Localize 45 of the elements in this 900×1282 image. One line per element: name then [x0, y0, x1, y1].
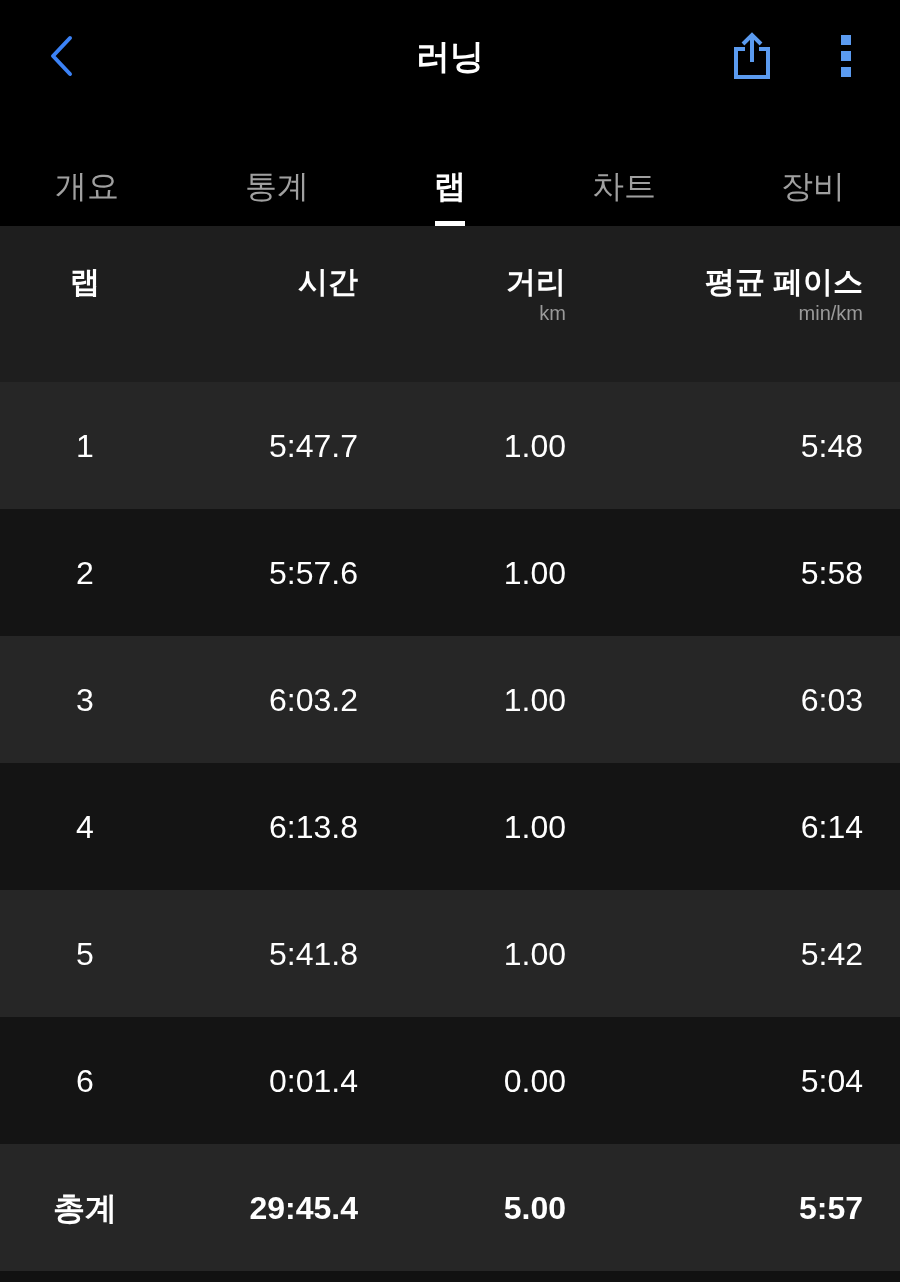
tab[interactable]: 장비: [781, 112, 845, 226]
table-cell-text: 5:58: [799, 553, 863, 593]
tab[interactable]: 차트: [591, 112, 656, 226]
table-cell-text: 4: [75, 807, 95, 847]
table-cell-text: 1.00: [502, 553, 566, 593]
table-cell-text: 6:03.2: [268, 680, 358, 720]
table-cell-text: 6:14: [799, 807, 863, 847]
share-icon: [732, 32, 772, 80]
table-cell-text: 5: [75, 934, 95, 974]
column-unit: km: [539, 301, 566, 326]
table-cell-text: 1: [75, 426, 95, 466]
column-header: 거리: [506, 264, 566, 300]
table-cell-text: 5:04: [799, 1061, 863, 1101]
table-cell-text: 3: [75, 680, 95, 720]
table-cell-text: 5:48: [799, 426, 863, 466]
table-cell-text: 6:03: [799, 680, 863, 720]
table-cell-text: 5.00: [502, 1188, 566, 1228]
tab[interactable]: 통계: [244, 112, 309, 226]
table-cell-text: 2: [75, 553, 95, 593]
tab[interactable]: 개요: [55, 112, 119, 226]
table-cell-text: 5:57.6: [268, 553, 358, 593]
more-button[interactable]: [840, 34, 852, 78]
table-cell-text: 5:41.8: [268, 934, 358, 974]
back-icon: [48, 35, 74, 77]
table-cell-text: 29:45.4: [248, 1188, 358, 1228]
column-header: 랩: [70, 264, 100, 300]
more-icon: [840, 34, 852, 78]
share-button[interactable]: [732, 32, 772, 80]
table-cell-text: 1.00: [502, 426, 566, 466]
tab[interactable]: 랩: [434, 112, 466, 226]
column-header: 시간: [298, 264, 358, 300]
column-unit: min/km: [798, 301, 863, 326]
table-cell-text: 6: [75, 1061, 95, 1101]
table-cell-text: 5:42: [799, 934, 863, 974]
table-cell-text: 1.00: [502, 934, 566, 974]
column-header: 평균 페이스: [704, 264, 863, 300]
screen-title: 러닝: [416, 35, 484, 77]
table-cell-text: 1.00: [502, 807, 566, 847]
table-cell-text: 0.00: [502, 1061, 566, 1101]
table-cell-text: 1.00: [502, 680, 566, 720]
table-cell-text: 5:47.7: [268, 426, 358, 466]
table-cell-text: 0:01.4: [268, 1061, 358, 1101]
table-cell-text: 총계: [52, 1188, 118, 1228]
table-cell-text: 5:57: [797, 1188, 863, 1228]
table-cell-text: 6:13.8: [268, 807, 358, 847]
